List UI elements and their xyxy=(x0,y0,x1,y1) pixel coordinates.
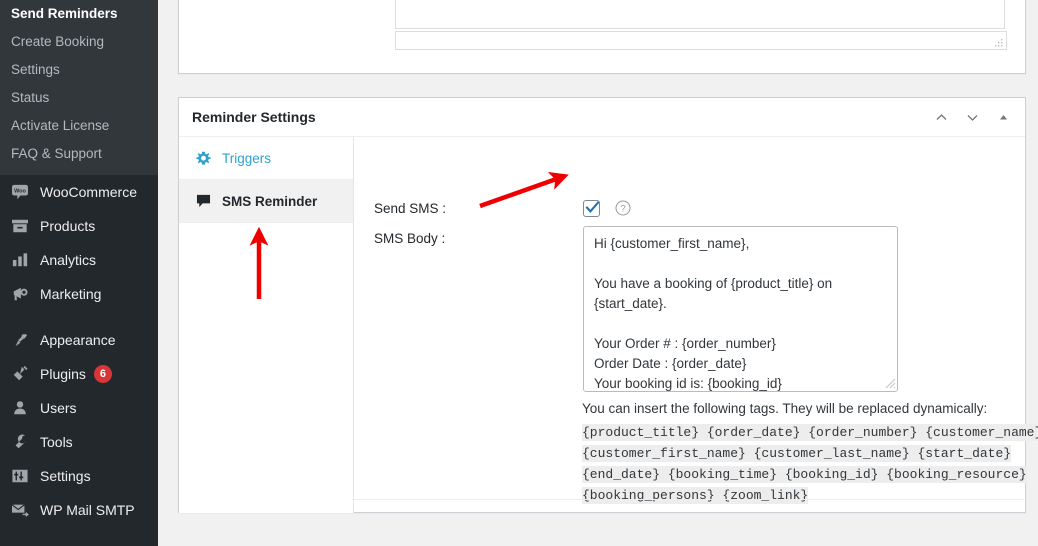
marketing-megaphone-icon xyxy=(9,284,31,304)
svg-text:?: ? xyxy=(620,204,625,215)
panel-header: Reminder Settings xyxy=(179,98,1025,137)
previous-subject-input[interactable] xyxy=(395,31,1007,50)
menu-item-settings[interactable]: Settings xyxy=(0,459,158,493)
tab-label: Triggers xyxy=(222,150,272,166)
tag-line: {customer_first_name} {customer_last_nam… xyxy=(582,443,1012,464)
page-title: Reminder Settings xyxy=(192,109,316,125)
chevron-up-icon xyxy=(936,114,946,120)
move-down-button[interactable] xyxy=(958,103,986,133)
menu-item-label: Appearance xyxy=(40,332,116,348)
sms-body-textarea[interactable]: Hi {customer_first_name}, You have a boo… xyxy=(583,226,898,392)
menu-item-label: Products xyxy=(40,218,96,234)
plugins-plug-icon xyxy=(9,364,31,384)
products-box-icon xyxy=(9,216,31,236)
users-person-icon xyxy=(9,398,31,418)
analytics-bars-icon xyxy=(9,250,31,270)
speech-bubble-icon xyxy=(193,194,213,208)
menu-item-woocommerce[interactable]: Woo WooCommerce xyxy=(0,175,158,209)
menu-item-analytics[interactable]: Analytics xyxy=(0,243,158,277)
svg-text:Woo: Woo xyxy=(14,189,26,195)
menu-item-wp-mail-smtp[interactable]: WP Mail SMTP xyxy=(0,493,158,527)
tab-sms-reminder[interactable]: SMS Reminder xyxy=(179,180,353,223)
tag-line: {end_date} {booking_time} {booking_id} {… xyxy=(582,464,1027,485)
submenu-item-activate-license[interactable]: Activate License xyxy=(0,112,158,140)
resize-grip-icon[interactable] xyxy=(994,38,1004,48)
gear-icon xyxy=(193,151,213,166)
tag-group: {product_title} {order_date} {order_numb… xyxy=(582,424,1038,441)
tab-triggers[interactable]: Triggers xyxy=(179,137,353,180)
send-sms-help-icon[interactable]: ? xyxy=(615,200,631,216)
send-sms-checkbox[interactable] xyxy=(583,200,600,217)
form-divider xyxy=(352,499,1024,500)
toggle-panel-button[interactable] xyxy=(989,103,1017,133)
menu-item-appearance[interactable]: Appearance xyxy=(0,323,158,357)
plugin-submenu: Send Reminders Create Booking Settings Stat… xyxy=(0,0,158,175)
mail-envelope-icon xyxy=(9,500,31,520)
menu-item-label: Tools xyxy=(40,434,73,450)
previous-settings-panel xyxy=(178,0,1026,74)
woocommerce-icon: Woo xyxy=(9,182,31,202)
previous-message-textarea[interactable] xyxy=(395,0,1005,29)
menu-item-users[interactable]: Users xyxy=(0,391,158,425)
reminder-settings-panel: Reminder Settings Triggers SMS Reminder … xyxy=(178,97,1038,513)
tag-group: {booking_persons} {zoom_link} xyxy=(582,487,809,504)
menu-item-tools[interactable]: Tools xyxy=(0,425,158,459)
settings-sliders-icon xyxy=(9,466,31,486)
checkmark-icon xyxy=(585,201,600,213)
tag-group: {customer_first_name} {customer_last_nam… xyxy=(582,445,1012,462)
appearance-brush-icon xyxy=(9,330,31,350)
available-tags-list: {product_title} {order_date} {order_numb… xyxy=(582,422,1038,506)
submenu-item-status[interactable]: Status xyxy=(0,84,158,112)
triangle-up-icon xyxy=(999,115,1007,120)
content-area: Reminder Settings Triggers SMS Reminder … xyxy=(158,0,1038,546)
submenu-item-create-booking[interactable]: Create Booking xyxy=(0,28,158,56)
send-sms-label: Send SMS : xyxy=(374,201,447,216)
tools-wrench-icon xyxy=(9,432,31,452)
menu-item-label: WooCommerce xyxy=(40,184,137,200)
submenu-item-faq-support[interactable]: FAQ & Support xyxy=(0,140,158,168)
wp-admin-menu: Woo WooCommerce Products Analytics Marketing… xyxy=(0,175,158,527)
tab-label: SMS Reminder xyxy=(222,193,318,209)
menu-item-label: Settings xyxy=(40,468,91,484)
plugins-update-badge: 6 xyxy=(93,365,112,383)
menu-item-label: Analytics xyxy=(40,252,97,268)
submenu-item-settings[interactable]: Settings xyxy=(0,56,158,84)
menu-item-label: WP Mail SMTP xyxy=(40,502,135,518)
tag-line: {product_title} {order_date} {order_numb… xyxy=(582,422,1038,443)
menu-item-plugins[interactable]: Plugins 6 xyxy=(0,357,158,391)
tag-line: {booking_persons} {zoom_link} xyxy=(582,485,1002,506)
tags-note: You can insert the following tags. They … xyxy=(582,401,988,416)
chevron-down-icon xyxy=(967,115,977,121)
menu-item-products[interactable]: Products xyxy=(0,209,158,243)
menu-item-label: Plugins xyxy=(40,366,86,382)
menu-item-label: Users xyxy=(40,400,77,416)
sms-body-label: SMS Body : xyxy=(374,231,446,246)
panel-header-actions xyxy=(927,98,1017,137)
sms-reminder-form: Send SMS : ? SMS Body : Hi {customer_fir… xyxy=(354,137,1038,513)
settings-tab-list: Triggers SMS Reminder xyxy=(179,137,354,513)
submenu-item-send-reminders[interactable]: Send Reminders xyxy=(0,0,158,28)
screen: Send Reminders Create Booking Settings Stat… xyxy=(0,0,1038,546)
move-up-button[interactable] xyxy=(927,103,955,133)
tag-group: {end_date} {booking_time} {booking_id} {… xyxy=(582,466,1027,483)
question-mark-circle-icon: ? xyxy=(615,200,631,216)
admin-sidebar: Send Reminders Create Booking Settings Stat… xyxy=(0,0,158,546)
panel-body: Triggers SMS Reminder Send SMS : ? SMS B… xyxy=(179,137,1038,513)
menu-item-label: Marketing xyxy=(40,286,102,302)
menu-item-marketing[interactable]: Marketing xyxy=(0,277,158,311)
